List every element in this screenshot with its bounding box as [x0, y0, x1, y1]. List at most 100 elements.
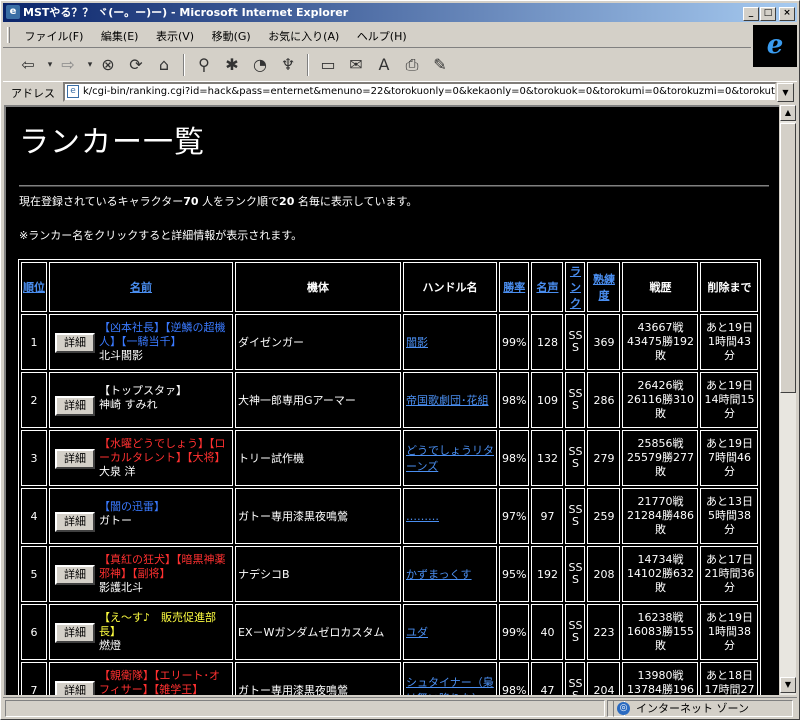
- menu-edit[interactable]: 編集(E): [94, 25, 146, 45]
- record-battles: 25856戦: [637, 437, 684, 450]
- minimize-button[interactable]: _: [743, 7, 759, 21]
- delete-cell: あと18日17時間27分: [700, 662, 759, 695]
- menu-go[interactable]: 移動(G): [205, 25, 258, 45]
- page-icon: e: [67, 85, 79, 98]
- delete-cell: あと17日21時間36分: [700, 546, 759, 602]
- scroll-up-icon[interactable]: ▲: [780, 105, 796, 121]
- detail-button[interactable]: 詳細: [55, 333, 95, 353]
- sort-winrate-link[interactable]: 勝率: [503, 281, 525, 294]
- close-button[interactable]: ×: [779, 7, 795, 21]
- record-cell: 13980戦13784勝196敗: [622, 662, 699, 695]
- menu-bar: ファイル(F) 編集(E) 表示(V) 移動(G) お気に入り(A) ヘルプ(H…: [3, 25, 753, 45]
- winrate-cell: 99%: [499, 314, 530, 370]
- internet-zone-icon: ◎: [617, 702, 630, 715]
- skill-cell: 223: [587, 604, 621, 660]
- detail-button[interactable]: 詳細: [55, 396, 95, 416]
- skill-cell: 259: [587, 488, 621, 544]
- handle-link[interactable]: 帝国歌劇団･花組: [406, 394, 489, 407]
- scroll-thumb[interactable]: [780, 123, 796, 393]
- record-battles: 21770戦: [637, 495, 684, 508]
- sort-skill-link[interactable]: 熟練度: [593, 273, 615, 302]
- delete-cell: あと19日7時間46分: [700, 430, 759, 486]
- fame-cell: 128: [531, 314, 564, 370]
- detail-button[interactable]: 詳細: [55, 565, 95, 585]
- print-icon[interactable]: ⎙: [399, 53, 425, 77]
- handle-link[interactable]: かずまっくす: [406, 568, 472, 581]
- record-battles: 16238戦: [637, 611, 684, 624]
- detail-button[interactable]: 詳細: [55, 623, 95, 643]
- sort-rank-tier-link[interactable]: ランク: [570, 265, 581, 310]
- tier-cell: SSS: [565, 372, 586, 428]
- handle-link[interactable]: どうでしょうリターンズ: [406, 444, 494, 473]
- scroll-down-icon[interactable]: ▼: [780, 677, 796, 693]
- menu-favorites[interactable]: お気に入り(A): [261, 25, 346, 45]
- tier-cell: SSS: [565, 604, 586, 660]
- character-name[interactable]: ガトー: [99, 514, 229, 528]
- rank-cell: 1: [21, 314, 47, 370]
- handle-link[interactable]: ………: [406, 510, 439, 523]
- ie-icon: e: [6, 5, 20, 19]
- fame-cell: 40: [531, 604, 564, 660]
- status-bar: ◎ インターネット ゾーン: [3, 697, 797, 717]
- menu-file[interactable]: ファイル(F): [18, 25, 91, 45]
- character-count: 70: [183, 195, 199, 208]
- rank-cell: 3: [21, 430, 47, 486]
- refresh-icon[interactable]: ⟳: [123, 53, 149, 77]
- home-icon[interactable]: ⌂: [151, 53, 177, 77]
- title-text: 【真紅の狂犬】【暗黒神薬邪神】【副将】: [99, 553, 226, 580]
- channels-icon[interactable]: ♆: [275, 53, 301, 77]
- name-cell: 詳細 【トップスタァ】 神崎 すみれ: [49, 372, 233, 428]
- tier-cell: SSS: [565, 546, 586, 602]
- address-input[interactable]: e k/cgi-bin/ranking.cgi?id=hack&pass=ent…: [63, 82, 777, 102]
- sort-name-link[interactable]: 名前: [130, 281, 152, 294]
- font-size-icon[interactable]: A: [371, 53, 397, 77]
- record-wins-losses: 43475勝192敗: [626, 335, 694, 362]
- winrate-cell: 95%: [499, 546, 530, 602]
- character-name[interactable]: 神崎 すみれ: [99, 398, 229, 412]
- character-name[interactable]: 大泉 洋: [99, 465, 229, 479]
- edit-icon[interactable]: ✎: [427, 53, 453, 77]
- record-cell: 25856戦 25579勝277敗: [622, 430, 699, 486]
- search-icon[interactable]: ⚲: [191, 53, 217, 77]
- status-message: [5, 700, 605, 717]
- rank-cell: 2: [21, 372, 47, 428]
- maximize-button[interactable]: □: [760, 7, 776, 21]
- character-name[interactable]: 燃燈: [99, 639, 229, 653]
- character-name[interactable]: 影護北斗: [99, 581, 229, 595]
- title-text: 【親衛隊】【エリート･オフィサー】【雑学王】: [99, 669, 220, 695]
- name-cell: 詳細 【凶本社長】【逆鱗の超機人】【一騎当千】 北斗閣影: [49, 314, 233, 370]
- detail-button[interactable]: 詳細: [55, 681, 95, 695]
- skill-cell: 279: [587, 430, 621, 486]
- detail-button[interactable]: 詳細: [55, 512, 95, 532]
- fullscreen-icon[interactable]: ▭: [315, 53, 341, 77]
- header-delete: 削除まで: [700, 262, 759, 312]
- tier-cell: SSS: [565, 430, 586, 486]
- mail-icon[interactable]: ✉: [343, 53, 369, 77]
- skill-cell: 286: [587, 372, 621, 428]
- sort-rank-link[interactable]: 順位: [23, 281, 45, 294]
- record-wins-losses: 26116勝310敗: [626, 393, 694, 420]
- handle-link[interactable]: シュタイナー（梟は舞い降りた）: [406, 676, 494, 695]
- fame-cell: 192: [531, 546, 564, 602]
- handle-link[interactable]: 闇影: [406, 336, 428, 349]
- title-bar: e MSTやる？？ ヾ(ー。ー)ー) - Microsoft Internet …: [3, 3, 797, 22]
- vertical-scrollbar[interactable]: ▲ ▼: [779, 105, 796, 695]
- rank-cell: 6: [21, 604, 47, 660]
- address-bar: アドレス e k/cgi-bin/ranking.cgi?id=hack&pas…: [3, 81, 797, 103]
- unit-cell: 大神一郎専用Gアーマー: [235, 372, 401, 428]
- tier-cell: SSS: [565, 662, 586, 695]
- favorites-icon[interactable]: ✱: [219, 53, 245, 77]
- character-name[interactable]: 北斗閣影: [99, 349, 229, 363]
- sort-fame-link[interactable]: 名声: [536, 281, 558, 294]
- detail-button[interactable]: 詳細: [55, 449, 95, 469]
- skill-cell: 204: [587, 662, 621, 695]
- fame-cell: 97: [531, 488, 564, 544]
- unit-cell: ナデシコB: [235, 546, 401, 602]
- address-dropdown-icon[interactable]: ▼: [777, 83, 794, 102]
- history-icon[interactable]: ◔: [247, 53, 273, 77]
- record-cell: 14734戦 14102勝632敗: [622, 546, 699, 602]
- menu-view[interactable]: 表示(V): [149, 25, 201, 45]
- handle-link[interactable]: ユダ: [406, 626, 428, 639]
- menu-help[interactable]: ヘルプ(H): [350, 25, 414, 45]
- stop-icon[interactable]: ⊗: [95, 53, 121, 77]
